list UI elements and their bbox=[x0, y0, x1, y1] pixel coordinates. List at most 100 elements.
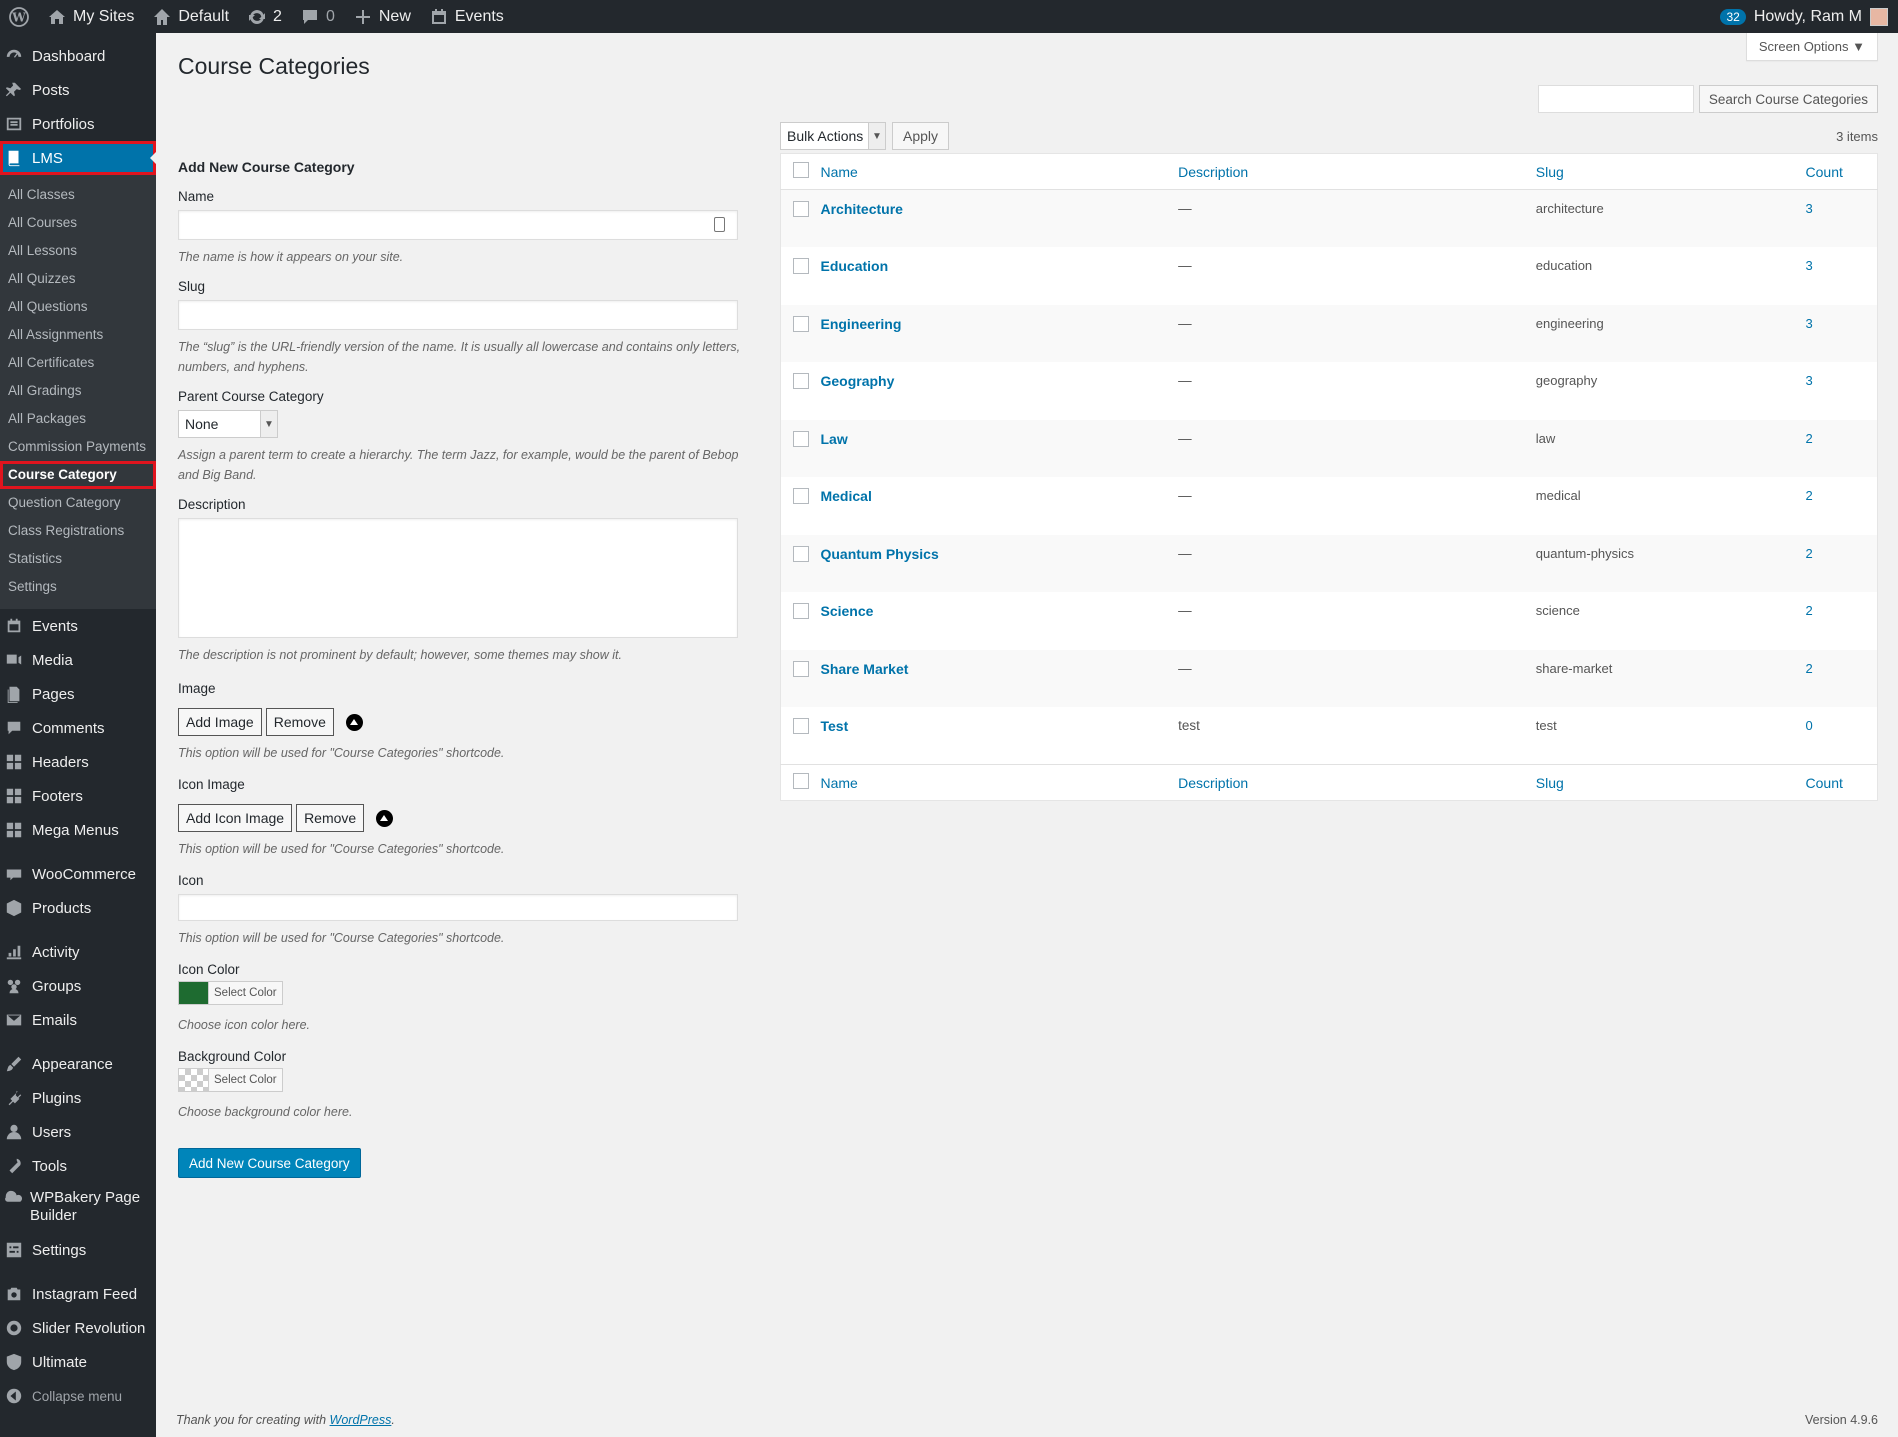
category-count-link[interactable]: 3 bbox=[1806, 373, 1813, 388]
menu-users[interactable]: Users bbox=[0, 1115, 156, 1149]
submenu-all-questions[interactable]: All Questions bbox=[0, 293, 156, 321]
menu-woocommerce[interactable]: WooCommerce bbox=[0, 857, 156, 891]
menu-emails[interactable]: Emails bbox=[0, 1003, 156, 1037]
submenu-all-classes[interactable]: All Classes bbox=[0, 181, 156, 209]
menu-footers[interactable]: Footers bbox=[0, 779, 156, 813]
submenu-statistics[interactable]: Statistics bbox=[0, 545, 156, 573]
add-new-category-button[interactable]: Add New Course Category bbox=[178, 1148, 361, 1178]
row-checkbox[interactable] bbox=[793, 315, 809, 332]
notifications-badge[interactable]: 32 bbox=[1720, 8, 1746, 25]
row-checkbox[interactable] bbox=[793, 373, 809, 389]
row-checkbox[interactable] bbox=[793, 718, 809, 734]
column-name-header[interactable]: Name bbox=[820, 153, 1179, 190]
submenu-course-category[interactable]: Course Category bbox=[0, 461, 156, 489]
submenu-all-courses[interactable]: All Courses bbox=[0, 209, 156, 237]
avatar[interactable] bbox=[1870, 7, 1888, 26]
bulk-actions-select[interactable]: Bulk Actions ▼ bbox=[780, 122, 886, 150]
category-count-link[interactable]: 2 bbox=[1806, 603, 1813, 618]
category-count-link[interactable]: 2 bbox=[1806, 546, 1813, 561]
row-checkbox[interactable] bbox=[793, 201, 809, 217]
submenu-settings[interactable]: Settings bbox=[0, 573, 156, 601]
add-image-button[interactable]: Add Image bbox=[178, 708, 262, 736]
menu-comments[interactable]: Comments bbox=[0, 711, 156, 745]
remove-icon-image-button[interactable]: Remove bbox=[296, 804, 365, 832]
column-slug-footer[interactable]: Slug bbox=[1535, 764, 1806, 801]
apply-button[interactable]: Apply bbox=[892, 122, 950, 150]
menu-groups[interactable]: Groups bbox=[0, 969, 156, 1003]
menu-wpbakery[interactable]: WPBakery Page Builder bbox=[0, 1183, 156, 1233]
submenu-all-gradings[interactable]: All Gradings bbox=[0, 377, 156, 405]
row-checkbox[interactable] bbox=[793, 258, 809, 274]
remove-image-button[interactable]: Remove bbox=[265, 708, 334, 736]
submenu-commission-payments[interactable]: Commission Payments bbox=[0, 433, 156, 461]
category-name-link[interactable]: Share Market bbox=[820, 661, 908, 677]
icon-input[interactable] bbox=[178, 894, 738, 921]
description-textarea[interactable] bbox=[178, 518, 738, 638]
collapse-menu[interactable]: Collapse menu bbox=[0, 1379, 156, 1413]
menu-plugins[interactable]: Plugins bbox=[0, 1081, 156, 1115]
category-count-link[interactable]: 3 bbox=[1806, 201, 1813, 216]
submenu-all-lessons[interactable]: All Lessons bbox=[0, 237, 156, 265]
background-select-color-button[interactable]: Select Color bbox=[209, 1068, 283, 1092]
menu-media[interactable]: Media bbox=[0, 643, 156, 677]
category-count-link[interactable]: 2 bbox=[1806, 431, 1813, 446]
select-all-checkbox[interactable] bbox=[793, 162, 809, 178]
menu-mega-menus[interactable]: Mega Menus bbox=[0, 813, 156, 847]
row-checkbox[interactable] bbox=[793, 660, 809, 677]
submenu-all-packages[interactable]: All Packages bbox=[0, 405, 156, 433]
category-name-link[interactable]: Education bbox=[820, 258, 888, 274]
background-color-swatch[interactable] bbox=[178, 1068, 209, 1092]
menu-settings[interactable]: Settings bbox=[0, 1233, 156, 1267]
menu-instagram-feed[interactable]: Instagram Feed bbox=[0, 1277, 156, 1311]
menu-activity[interactable]: Activity bbox=[0, 935, 156, 969]
category-name-link[interactable]: Engineering bbox=[820, 316, 901, 332]
category-count-link[interactable]: 3 bbox=[1806, 258, 1813, 273]
search-input[interactable] bbox=[1537, 85, 1694, 113]
row-checkbox[interactable] bbox=[793, 430, 809, 447]
submenu-question-category[interactable]: Question Category bbox=[0, 489, 156, 517]
menu-dashboard[interactable]: Dashboard bbox=[0, 39, 156, 73]
menu-tools[interactable]: Tools bbox=[0, 1149, 156, 1183]
add-icon-image-button[interactable]: Add Icon Image bbox=[178, 804, 293, 832]
icon-color-swatch[interactable] bbox=[178, 981, 209, 1005]
submenu-class-registrations[interactable]: Class Registrations bbox=[0, 517, 156, 545]
name-input[interactable] bbox=[178, 210, 738, 240]
menu-slider-revolution[interactable]: Slider Revolution bbox=[0, 1311, 156, 1345]
site-name-menu[interactable]: Default bbox=[143, 0, 238, 33]
category-count-link[interactable]: 2 bbox=[1806, 661, 1813, 676]
menu-products[interactable]: Products bbox=[0, 891, 156, 925]
category-name-link[interactable]: Medical bbox=[820, 488, 871, 504]
category-count-link[interactable]: 0 bbox=[1806, 718, 1813, 733]
submenu-all-certificates[interactable]: All Certificates bbox=[0, 349, 156, 377]
new-content-menu[interactable]: New bbox=[344, 0, 420, 33]
category-count-link[interactable]: 3 bbox=[1806, 316, 1813, 331]
column-description-footer[interactable]: Description bbox=[1178, 764, 1536, 801]
column-count-header[interactable]: Count bbox=[1805, 153, 1878, 190]
slug-input[interactable] bbox=[178, 300, 738, 330]
row-checkbox[interactable] bbox=[793, 488, 809, 504]
row-checkbox[interactable] bbox=[793, 603, 809, 619]
category-name-link[interactable]: Test bbox=[820, 718, 848, 734]
row-checkbox[interactable] bbox=[793, 545, 809, 562]
howdy-user[interactable]: Howdy, Ram M bbox=[1754, 8, 1862, 26]
menu-portfolios[interactable]: Portfolios bbox=[0, 107, 156, 141]
menu-appearance[interactable]: Appearance bbox=[0, 1047, 156, 1081]
search-button[interactable]: Search Course Categories bbox=[1698, 85, 1878, 113]
category-name-link[interactable]: Architecture bbox=[820, 201, 902, 217]
menu-lms[interactable]: LMS bbox=[0, 141, 156, 175]
menu-pages[interactable]: Pages bbox=[0, 677, 156, 711]
my-sites-menu[interactable]: My Sites bbox=[38, 0, 143, 33]
screen-options-button[interactable]: Screen Options ▼ bbox=[1745, 33, 1878, 61]
updates-menu[interactable]: 2 bbox=[238, 0, 291, 33]
category-name-link[interactable]: Quantum Physics bbox=[820, 546, 938, 562]
submenu-all-assignments[interactable]: All Assignments bbox=[0, 321, 156, 349]
column-name-footer[interactable]: Name bbox=[820, 764, 1179, 801]
category-name-link[interactable]: Geography bbox=[820, 373, 894, 389]
category-count-link[interactable]: 2 bbox=[1806, 488, 1813, 503]
menu-headers[interactable]: Headers bbox=[0, 745, 156, 779]
column-description-header[interactable]: Description bbox=[1178, 153, 1536, 190]
menu-posts[interactable]: Posts bbox=[0, 73, 156, 107]
category-name-link[interactable]: Law bbox=[820, 431, 847, 447]
comments-menu[interactable]: 0 bbox=[291, 0, 344, 33]
icon-select-color-button[interactable]: Select Color bbox=[209, 981, 283, 1005]
